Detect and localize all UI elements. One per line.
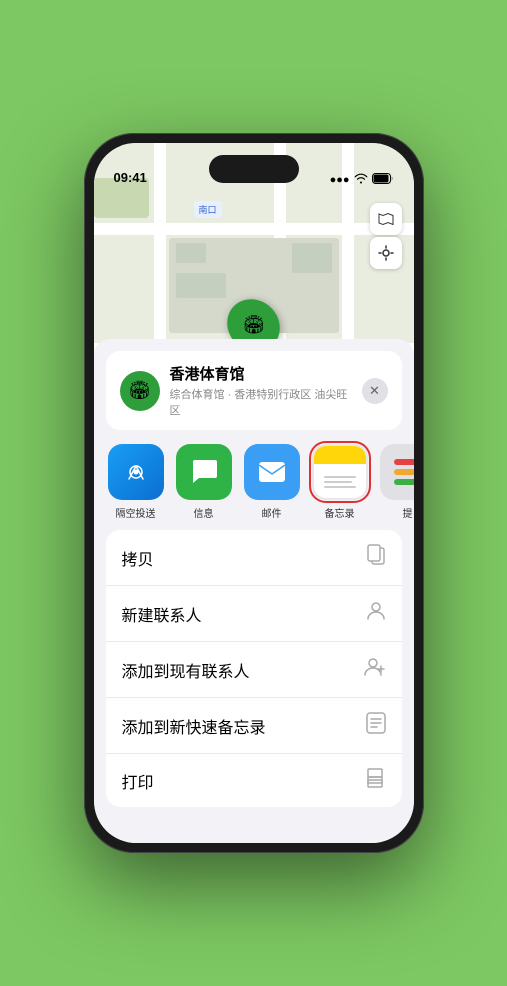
more-dot-2 <box>394 469 414 475</box>
location-card: 🏟 香港体育馆 综合体育馆 · 香港特别行政区 油尖旺区 ✕ <box>106 351 402 430</box>
battery-icon <box>372 173 394 187</box>
messages-label: 信息 <box>194 505 214 520</box>
share-row: 隔空投送 信息 <box>94 436 414 524</box>
map-controls <box>370 203 402 269</box>
signal-icon: ●●● <box>330 174 350 186</box>
copy-icon <box>366 544 386 571</box>
action-new-contact[interactable]: 新建联系人 <box>106 586 402 642</box>
print-icon <box>364 768 386 793</box>
notes-lines <box>318 456 362 488</box>
action-new-contact-label: 新建联系人 <box>122 602 202 626</box>
phone-frame: 09:41 ●●● <box>84 133 424 853</box>
location-card-text: 香港体育馆 综合体育馆 · 香港特别行政区 油尖旺区 <box>170 363 352 418</box>
share-item-mail[interactable]: 邮件 <box>242 444 302 520</box>
action-add-quick-note-label: 添加到新快速备忘录 <box>122 714 266 738</box>
person-icon <box>366 600 386 627</box>
more-dot-3 <box>394 479 414 485</box>
action-list: 拷贝 新建联系人 <box>106 530 402 807</box>
share-item-messages[interactable]: 信息 <box>174 444 234 520</box>
action-add-existing-contact[interactable]: 添加到现有联系人 <box>106 642 402 698</box>
mail-label: 邮件 <box>262 505 282 520</box>
messages-icon-wrap <box>176 444 232 500</box>
notes-line-2 <box>324 481 352 483</box>
more-dots <box>394 459 414 485</box>
action-add-quick-note[interactable]: 添加到新快速备忘录 <box>106 698 402 754</box>
notes-line-3 <box>324 486 356 488</box>
action-copy-label: 拷贝 <box>122 546 154 570</box>
wifi-icon <box>354 172 368 187</box>
action-copy[interactable]: 拷贝 <box>106 530 402 586</box>
share-item-airdrop[interactable]: 隔空投送 <box>106 444 166 520</box>
action-print-label: 打印 <box>122 769 154 793</box>
location-card-title: 香港体育馆 <box>170 363 352 384</box>
status-time: 09:41 <box>114 170 147 187</box>
airdrop-label: 隔空投送 <box>116 505 156 520</box>
map-type-button[interactable] <box>370 203 402 235</box>
action-print[interactable]: 打印 <box>106 754 402 807</box>
notes-icon-wrap <box>312 444 368 500</box>
dynamic-island <box>209 155 299 183</box>
more-dot-1 <box>394 459 414 465</box>
phone-screen: 09:41 ●●● <box>94 143 414 843</box>
note-icon <box>366 712 386 739</box>
close-button[interactable]: ✕ <box>362 378 388 404</box>
more-icon-wrap <box>380 444 414 500</box>
bottom-sheet: 🏟 香港体育馆 综合体育馆 · 香港特别行政区 油尖旺区 ✕ <box>94 339 414 843</box>
location-card-subtitle: 综合体育馆 · 香港特别行政区 油尖旺区 <box>170 386 352 418</box>
action-add-existing-label: 添加到现有联系人 <box>122 658 250 682</box>
location-card-icon: 🏟 <box>120 371 160 411</box>
person-add-icon <box>364 656 386 683</box>
pin-inner-icon: 🏟 <box>242 315 265 336</box>
mail-icon-wrap <box>244 444 300 500</box>
notes-line-1 <box>324 476 356 478</box>
notes-label: 备忘录 <box>325 505 355 520</box>
status-icons: ●●● <box>330 172 394 187</box>
location-button[interactable] <box>370 237 402 269</box>
share-item-more[interactable]: 提 <box>378 444 414 520</box>
map-station-label: 南口 <box>194 201 222 218</box>
airdrop-icon-wrap <box>108 444 164 500</box>
share-item-notes[interactable]: 备忘录 <box>310 444 370 520</box>
more-label: 提 <box>403 505 413 520</box>
